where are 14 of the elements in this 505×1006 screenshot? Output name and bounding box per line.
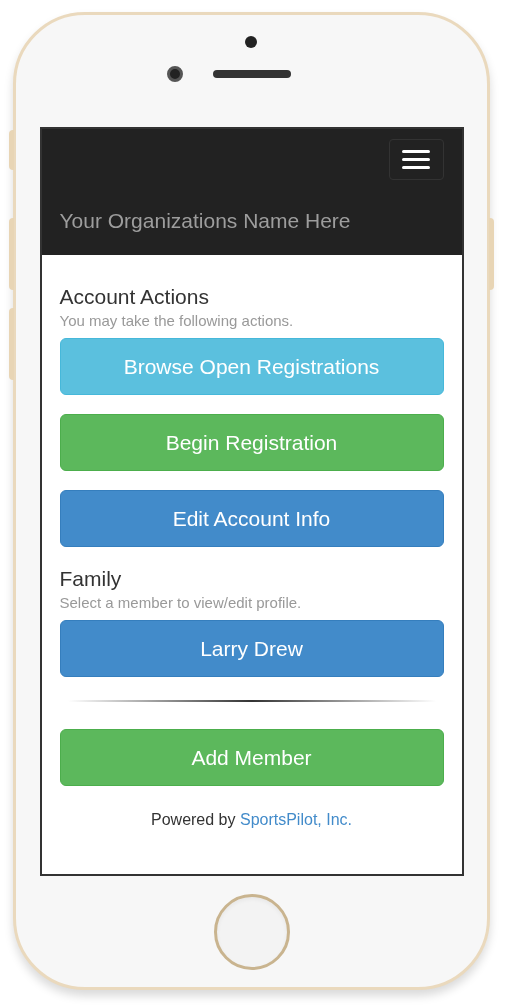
section-subtitle: You may take the following actions. — [59, 312, 295, 330]
action-button[interactable]: Add Member — [59, 729, 444, 786]
company-link[interactable]: SportsPilot, Inc. — [239, 811, 352, 828]
section-heading: Account Actions — [59, 285, 210, 309]
action-button[interactable]: Browse Open Registrations — [59, 338, 444, 395]
brand-title: Your Organizations Name Here — [59, 209, 352, 233]
action-button[interactable]: Edit Account Info — [59, 490, 444, 547]
section-heading: Family — [59, 567, 123, 591]
action-button[interactable]: Begin Registration — [59, 414, 444, 471]
section-subtitle: Select a member to view/edit profile. — [59, 594, 303, 612]
action-button[interactable]: Larry Drew — [59, 620, 444, 677]
footer-text: Powered by SportsPilot, Inc. — [150, 810, 353, 830]
camera-icon — [167, 66, 183, 82]
menu-button[interactable] — [388, 139, 444, 180]
